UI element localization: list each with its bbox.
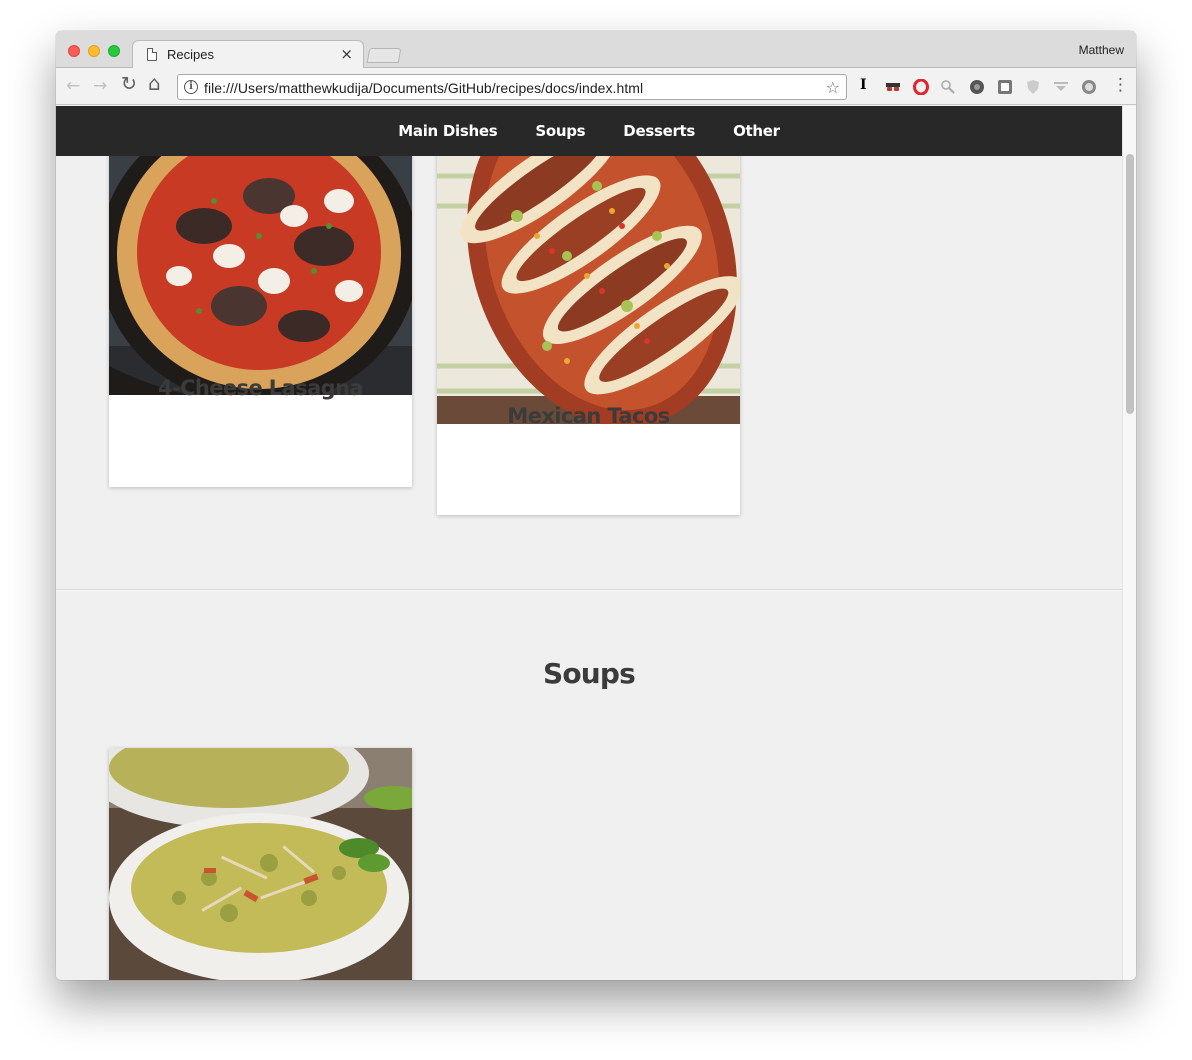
tab-recipes[interactable]: Recipes × [132,40,364,69]
nav-other[interactable]: Other [733,122,780,140]
incognito-icon[interactable] [885,79,901,95]
nav-desserts[interactable]: Desserts [623,122,695,140]
opera-icon[interactable] [913,79,929,95]
recipe-card-tacos[interactable]: Mexican Tacos [437,106,740,515]
instapaper-icon[interactable]: I [860,77,876,93]
shield-icon[interactable] [1025,79,1041,95]
github-icon[interactable] [1081,79,1097,95]
save-extension-icon[interactable] [997,79,1013,95]
recipe-card-lasagna[interactable]: 4-Cheese Lasagna [109,106,412,487]
page-viewport: Main Dishes Soups Desserts Other 4-Chees… [56,106,1122,980]
bookmark-star-icon[interactable]: ☆ [826,78,840,97]
back-arrow-icon[interactable]: ← [66,76,80,96]
minimize-window-button[interactable] [88,45,100,57]
dropdown-extension-icon[interactable] [1053,79,1069,95]
nav-main-dishes[interactable]: Main Dishes [398,122,497,140]
address-bar[interactable]: i file:///Users/matthewkudija/Documents/… [177,74,847,100]
extension-icon[interactable] [969,79,985,95]
menu-icon[interactable]: ⋮ [1112,75,1129,95]
maximize-window-button[interactable] [108,45,120,57]
tab-bar: Recipes × Matthew [56,31,1136,69]
url-text[interactable]: file:///Users/matthewkudija/Documents/Gi… [204,80,643,96]
home-icon[interactable]: ⌂ [148,73,161,93]
search-extension-icon[interactable] [940,79,956,95]
tab-title: Recipes [167,47,214,62]
document-icon [147,48,157,61]
pesto-pasta-photo [109,748,412,980]
section-divider [56,589,1122,591]
info-icon[interactable]: i [184,80,198,94]
tab-close-icon[interactable]: × [340,45,353,63]
new-tab-button[interactable] [366,48,402,63]
vertical-scrollbar[interactable] [1122,106,1136,980]
scrollbar-thumb[interactable] [1126,154,1134,414]
browser-toolbar: ← → ↻ ⌂ i file:///Users/matthewkudija/Do… [56,68,1136,105]
recipe-card-title[interactable]: 4-Cheese Lasagna [109,376,412,400]
nav-soups[interactable]: Soups [535,122,585,140]
profile-name[interactable]: Matthew [1079,43,1124,57]
section-title-soups: Soups [542,657,636,690]
reload-icon[interactable]: ↻ [121,74,137,94]
close-window-button[interactable] [68,45,80,57]
recipe-card-soup[interactable] [109,748,412,980]
recipe-card-title[interactable]: Mexican Tacos [437,404,740,428]
browser-window: Recipes × Matthew ← → ↻ ⌂ i file:///User… [56,31,1136,980]
site-nav: Main Dishes Soups Desserts Other [56,106,1122,156]
forward-arrow-icon[interactable]: → [93,76,107,96]
